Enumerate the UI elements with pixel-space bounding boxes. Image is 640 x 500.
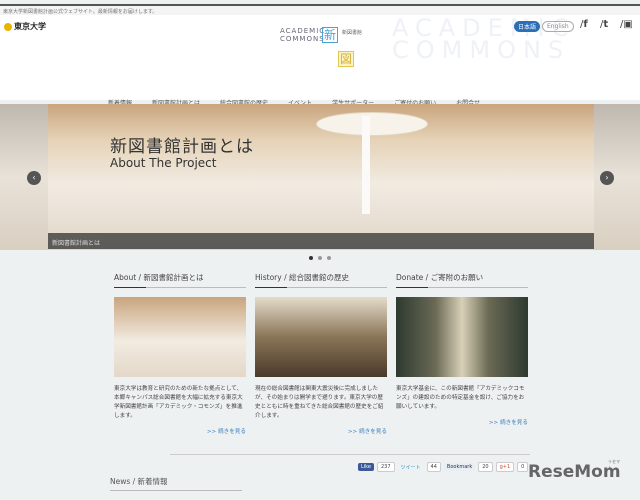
ghost-line2: COMMONS xyxy=(392,36,571,64)
hatena-bookmark-button[interactable]: Bookmark xyxy=(443,463,476,471)
logo-char-box: 新 xyxy=(322,27,338,43)
next-slide-button[interactable]: › xyxy=(600,171,614,185)
about-section: About / 新図書館計画とは 東京大学は教育と研究のための新たな拠点として、… xyxy=(114,272,246,435)
history-section: History / 総合図書館の歴史 現在の総合図書館は関東大震災後に完成しまし… xyxy=(255,272,387,435)
section-title: History / 総合図書館の歴史 xyxy=(255,272,387,288)
slide-dot[interactable] xyxy=(309,256,313,260)
read-more-link[interactable]: >> 続きを見る xyxy=(255,427,387,435)
twitter-glyph: t xyxy=(603,19,609,30)
watermark-sub: リセマム xyxy=(608,459,620,470)
youtube-glyph: ▣ xyxy=(623,19,633,30)
logo-char-box: 図 xyxy=(338,51,354,67)
lang-english-button[interactable]: English xyxy=(542,21,574,32)
hero-subtitle: About The Project xyxy=(110,156,217,170)
share-buttons: Like 237 ツイート 44 Bookmark 20 g+1 0 xyxy=(358,462,529,472)
news-heading: News / 新着情報 xyxy=(110,476,242,491)
logo-subtitle: 新図書館 xyxy=(342,30,363,36)
section-title: About / 新図書館計画とは xyxy=(114,272,246,288)
university-logo[interactable]: 東京大学 xyxy=(4,21,46,32)
prev-slide-button[interactable]: ‹ xyxy=(27,171,41,185)
history-image[interactable] xyxy=(255,297,387,377)
slide-indicators xyxy=(309,256,331,260)
resemom-watermark: ReseMom リセマム xyxy=(528,459,621,482)
facebook-glyph: f xyxy=(583,19,588,30)
watermark-text: ReseMom xyxy=(528,462,621,482)
divider xyxy=(170,454,530,455)
gplus-count: 0 xyxy=(517,462,529,472)
read-more-link[interactable]: >> 続きを見る xyxy=(114,427,246,435)
facebook-like-button[interactable]: Like xyxy=(358,463,374,471)
hero-title: 新図書館計画とは xyxy=(110,137,254,157)
read-more-link[interactable]: >> 続きを見る xyxy=(396,418,528,426)
like-count: 237 xyxy=(376,462,395,472)
logo-line2: COMMONS xyxy=(280,35,325,43)
donate-section: Donate / ご寄附のお願い 東京大学基金に、この新図書館「アカデミックコモ… xyxy=(396,272,528,426)
tweet-count: 44 xyxy=(426,462,441,472)
logo-line1: ACADEMIC xyxy=(280,27,326,35)
section-text: 東京大学基金に、この新図書館「アカデミックコモンズ」の建設のための特定基金を設け… xyxy=(396,386,525,410)
slide-dot[interactable] xyxy=(327,256,331,260)
university-name: 東京大学 xyxy=(14,22,46,31)
tweet-button[interactable]: ツイート xyxy=(398,463,424,472)
lang-japanese-button[interactable]: 日本語 xyxy=(514,21,541,32)
google-plus-button[interactable]: g+1 xyxy=(495,462,515,472)
about-image[interactable] xyxy=(114,297,246,377)
hero-caption[interactable]: 新図書館計画とは xyxy=(48,233,594,249)
section-text: 東京大学は教育と研究のための新たな拠点として、本郷キャンパス総合図書館を大幅に拡… xyxy=(114,386,243,419)
canopy-disc xyxy=(316,112,428,136)
donate-image[interactable] xyxy=(396,297,528,377)
hero-image: 新図書館計画とは About The Project 新図書館計画とは xyxy=(48,104,594,250)
slide-dot[interactable] xyxy=(318,256,322,260)
header: 東京大学 ACADEMIC COMMONS ACADEMIC COMMONS 新 図… xyxy=(0,15,640,107)
pillar xyxy=(362,116,370,214)
facebook-icon[interactable]: /f xyxy=(580,19,588,30)
twitter-icon[interactable]: /t xyxy=(600,19,608,30)
hero-slider[interactable]: 新図書館計画とは About The Project 新図書館計画とは ‹ › xyxy=(0,104,640,250)
youtube-icon[interactable]: /▣ xyxy=(620,19,633,30)
bookmark-count: 20 xyxy=(478,462,493,472)
section-title: Donate / ご寄附のお願い xyxy=(396,272,528,288)
section-text: 現在の総合図書館は関東大震災後に完成しましたが、その始まりは開学まで遡ります。東… xyxy=(255,386,384,419)
site-logo[interactable]: ACADEMIC COMMONS xyxy=(280,27,325,43)
